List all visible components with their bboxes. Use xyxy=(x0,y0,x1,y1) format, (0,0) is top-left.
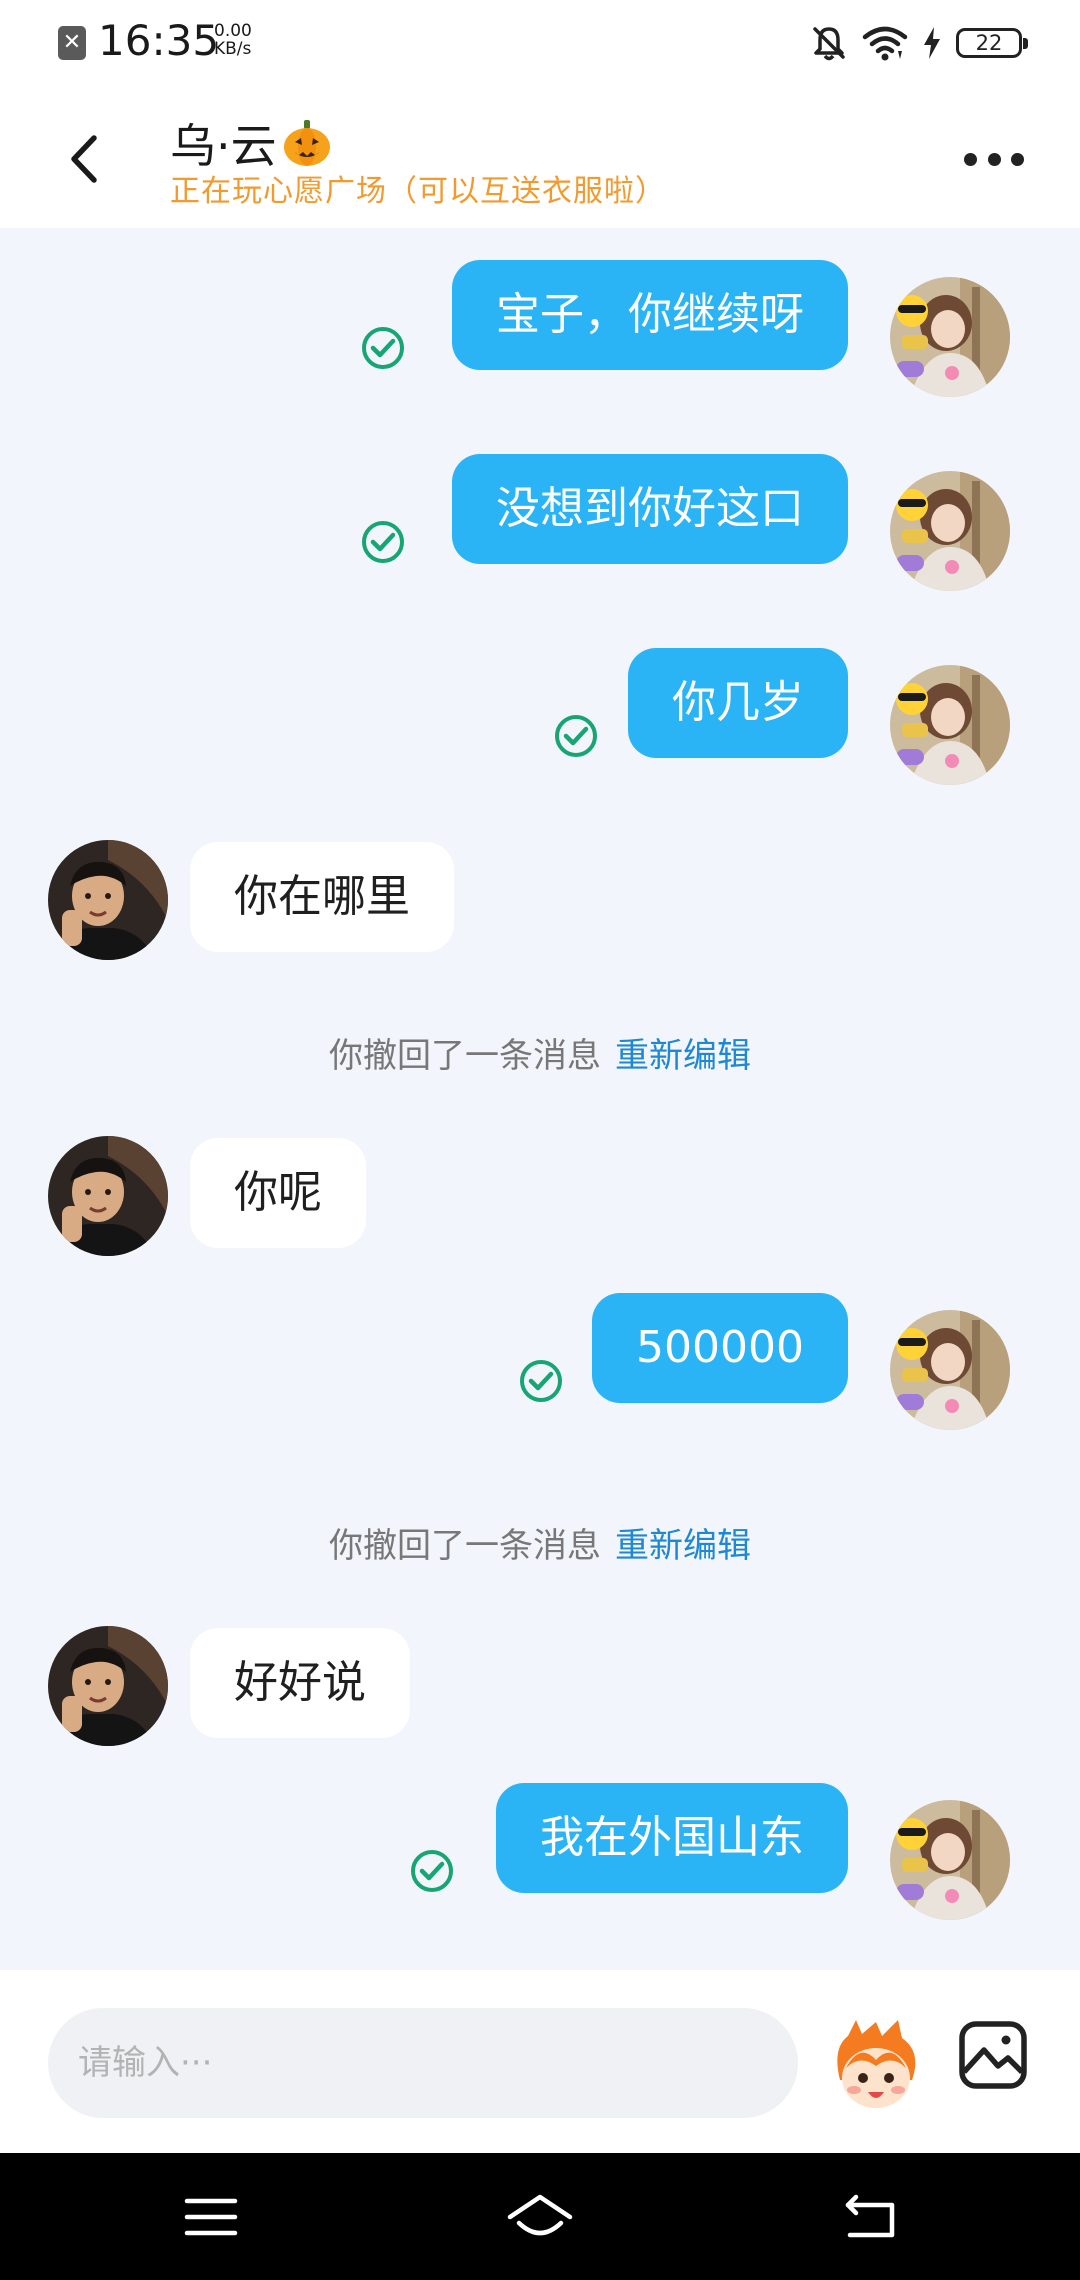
sent-check-icon xyxy=(360,519,406,565)
recall-notice-text: 你撤回了一条消息 xyxy=(329,1036,601,1076)
network-speed: 0.00 KB/s xyxy=(214,22,252,58)
sent-check-icon xyxy=(553,713,599,759)
charging-icon xyxy=(924,27,940,59)
message-bubble-outgoing[interactable]: 500000 xyxy=(592,1293,848,1403)
message-input[interactable] xyxy=(48,2008,798,2118)
re-edit-link[interactable]: 重新编辑 xyxy=(615,1526,751,1566)
my-avatar[interactable] xyxy=(890,665,1010,785)
message-bubble-outgoing[interactable]: 你几岁 xyxy=(628,648,848,758)
network-speed-value: 0.00 xyxy=(214,21,252,41)
sticker-face-icon[interactable] xyxy=(830,2008,922,2118)
recall-notice: 你撤回了一条消息 重新编辑 xyxy=(0,1518,1080,1567)
contact-avatar[interactable] xyxy=(48,1626,168,1746)
sent-check-icon xyxy=(360,325,406,371)
system-nav-bar xyxy=(0,2153,1080,2280)
pumpkin-icon xyxy=(283,120,330,166)
re-edit-link[interactable]: 重新编辑 xyxy=(615,1036,751,1076)
chat-header: 乌·云 正在玩心愿广场（可以互送衣服啦） xyxy=(0,86,1080,228)
contact-avatar[interactable] xyxy=(48,840,168,960)
contact-status: 正在玩心愿广场（可以互送衣服啦） xyxy=(170,174,666,209)
status-bar: ✕ 16:35 0.00 KB/s 22 xyxy=(0,0,1080,86)
wifi-icon xyxy=(862,26,908,61)
message-bubble-outgoing[interactable]: 宝子，你继续呀 xyxy=(452,260,848,370)
message-bubble-incoming[interactable]: 你在哪里 xyxy=(190,842,454,952)
back-icon[interactable] xyxy=(840,2189,900,2245)
close-notification-icon: ✕ xyxy=(58,26,86,60)
sent-check-icon xyxy=(409,1848,455,1894)
sent-check-icon xyxy=(518,1358,564,1404)
input-bar xyxy=(0,1970,1080,2153)
my-avatar[interactable] xyxy=(890,1310,1010,1430)
contact-avatar[interactable] xyxy=(48,1136,168,1256)
notification-blocked-icon xyxy=(813,27,845,61)
my-avatar[interactable] xyxy=(890,1800,1010,1920)
photo-icon[interactable] xyxy=(958,2020,1028,2090)
back-arrow-icon[interactable] xyxy=(56,124,116,194)
my-avatar[interactable] xyxy=(890,277,1010,397)
my-avatar[interactable] xyxy=(890,471,1010,591)
battery-level: 22 xyxy=(975,31,1003,55)
message-bubble-incoming[interactable]: 你呢 xyxy=(190,1138,366,1248)
message-bubble-outgoing[interactable]: 没想到你好这口 xyxy=(452,454,848,564)
more-dots-icon[interactable] xyxy=(964,142,1024,176)
status-time: 16:35 xyxy=(98,16,220,65)
message-bubble-incoming[interactable]: 好好说 xyxy=(190,1628,410,1738)
message-bubble-outgoing[interactable]: 我在外国山东 xyxy=(496,1783,848,1893)
battery-icon: 22 xyxy=(956,28,1028,58)
menu-icon[interactable] xyxy=(181,2189,241,2245)
network-speed-unit: KB/s xyxy=(214,39,252,59)
recall-notice: 你撤回了一条消息 重新编辑 xyxy=(0,1028,1080,1077)
home-icon[interactable] xyxy=(505,2189,575,2245)
recall-notice-text: 你撤回了一条消息 xyxy=(329,1526,601,1566)
